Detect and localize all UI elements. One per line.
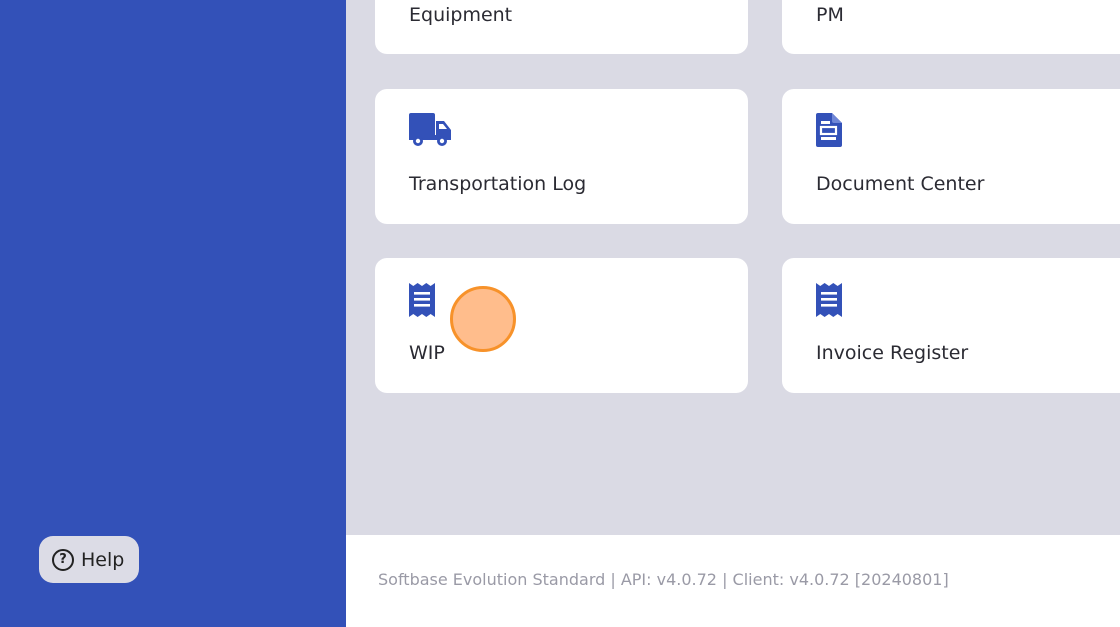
receipt-icon [816, 283, 842, 317]
card-label-transportation-log: Transportation Log [409, 173, 587, 195]
version-info: Softbase Evolution Standard | API: v4.0.… [378, 570, 949, 589]
footer: Softbase Evolution Standard | API: v4.0.… [346, 535, 1120, 627]
card-transportation-log[interactable]: Transportation Log [375, 89, 748, 224]
receipt-icon [409, 283, 435, 317]
card-label-invoice-register: Invoice Register [816, 342, 969, 364]
help-label: Help [81, 548, 125, 571]
card-label-pm: PM [816, 4, 844, 26]
click-indicator [450, 286, 516, 352]
card-label-document-center: Document Center [816, 173, 985, 195]
document-icon [816, 113, 842, 147]
main-content: Equipment PM Transportation Log Document… [346, 0, 1120, 535]
help-circle-icon: ? [52, 548, 74, 571]
card-invoice-register[interactable]: Invoice Register [782, 258, 1120, 393]
card-document-center[interactable]: Document Center [782, 89, 1120, 224]
truck-icon [409, 113, 451, 146]
card-label-wip: WIP [409, 342, 445, 364]
card-pm[interactable]: PM [782, 0, 1120, 54]
sidebar: ? Help [0, 0, 346, 627]
card-label-equipment: Equipment [409, 4, 513, 26]
card-equipment[interactable]: Equipment [375, 0, 748, 54]
help-button[interactable]: ? Help [39, 536, 139, 583]
card-wip[interactable]: WIP [375, 258, 748, 393]
